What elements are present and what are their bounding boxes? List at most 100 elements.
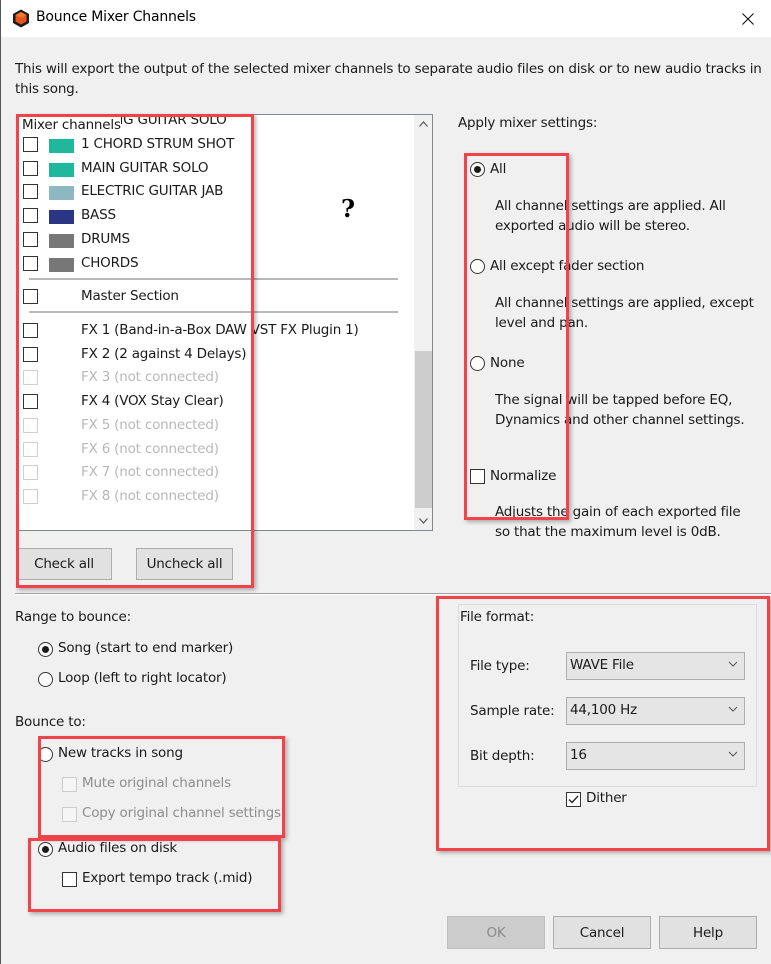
fx-row[interactable]: FX 1 (Band-in-a-Box DAW VST FX Plugin 1) (22, 320, 412, 342)
chevron-down-icon (418, 518, 428, 524)
file-type-select[interactable]: WAVE File (566, 652, 745, 680)
fx-checkbox (23, 370, 38, 386)
channel-checkbox[interactable] (23, 161, 38, 176)
normalize-label: Normalize (490, 468, 557, 484)
fx-checkbox (23, 441, 38, 457)
master-section-row[interactable]: Master Section (22, 286, 412, 308)
fx-label: FX 6 (not connected) (81, 440, 219, 457)
scroll-down-button[interactable] (414, 512, 432, 530)
radio-new-tracks[interactable] (38, 747, 53, 762)
channel-row[interactable]: DRUMS (22, 229, 412, 251)
close-icon (742, 12, 754, 25)
file-type-value: WAVE File (570, 657, 634, 673)
sample-rate-value: 44,100 Hz (570, 702, 637, 718)
channel-label: MAIN GUITAR SOLO (81, 160, 209, 176)
copy-settings-label: Copy original channel settings (82, 805, 281, 821)
radio-song[interactable] (38, 642, 53, 657)
fx-checkbox (23, 465, 38, 481)
master-checkbox[interactable] (23, 289, 38, 304)
close-button[interactable] (725, 0, 771, 37)
channel-color-swatch (49, 234, 74, 248)
section-divider-highlight (15, 594, 771, 595)
mixer-channels-caption: Mixer channels (22, 117, 121, 133)
window-title: Bounce Mixer Channels (36, 9, 196, 25)
dither-label: Dither (586, 790, 627, 806)
dialog-client-area: This will export the output of the selec… (0, 37, 771, 964)
fx-row: FX 5 (not connected) (22, 415, 412, 437)
channel-checkbox[interactable] (23, 232, 38, 247)
question-mark-annotation: ? (341, 194, 355, 223)
fx-label: FX 4 (VOX Stay Clear) (81, 393, 224, 410)
help-button[interactable]: Help (659, 916, 757, 949)
channel-row[interactable]: 1 CHORD STRUM SHOT (22, 134, 412, 156)
chevron-down-icon (728, 661, 738, 667)
chevron-down-icon (728, 751, 738, 757)
fx-checkbox[interactable] (23, 394, 38, 410)
scroll-thumb[interactable] (415, 351, 432, 508)
range-loop-label: Loop (left to right locator) (58, 670, 227, 686)
fx-label: FX 1 (Band-in-a-Box DAW VST FX Plugin 1) (81, 322, 359, 338)
fx-checkbox[interactable] (23, 323, 38, 338)
list-scrollbar[interactable] (414, 115, 432, 530)
channel-checkbox[interactable] (23, 184, 38, 199)
channel-checkbox[interactable] (23, 256, 38, 271)
channel-row[interactable]: CHORDS (22, 253, 412, 275)
fx-label: FX 5 (not connected) (81, 416, 219, 433)
channel-label: DRUMS (81, 231, 130, 247)
sample-rate-label: Sample rate: (470, 703, 555, 719)
bounce-to-heading: Bounce to: (15, 714, 86, 730)
fx-label: FX 3 (not connected) (81, 369, 219, 386)
radio-loop[interactable] (38, 672, 53, 687)
bit-depth-value: 16 (570, 747, 587, 763)
channel-color-swatch (49, 258, 74, 272)
checkmark-icon (568, 795, 579, 804)
dither-checkbox[interactable] (566, 792, 581, 807)
radio-all[interactable] (470, 162, 485, 177)
fx-row[interactable]: FX 4 (VOX Stay Clear) (22, 391, 412, 413)
mute-original-label: Mute original channels (82, 775, 231, 791)
check-all-button[interactable]: Check all (16, 548, 112, 580)
fx-row[interactable]: FX 2 (2 against 4 Delays) (22, 344, 412, 366)
normalize-checkbox[interactable] (470, 469, 485, 484)
radio-none[interactable] (470, 356, 485, 371)
fx-row: FX 7 (not connected) (22, 462, 412, 484)
intro-text: This will export the output of the selec… (15, 61, 762, 97)
radio-audio-files[interactable] (38, 842, 53, 857)
fx-label: FX 8 (not connected) (81, 487, 219, 504)
ok-button[interactable]: OK (447, 916, 545, 949)
list-separator (29, 311, 398, 313)
channel-label: BASS (81, 207, 116, 223)
cancel-button[interactable]: Cancel (553, 916, 651, 949)
chevron-up-icon (418, 121, 428, 127)
normalize-description: Adjusts the gain of each exported file s… (495, 504, 741, 540)
scroll-up-button[interactable] (414, 115, 432, 133)
channel-color-swatch (49, 163, 74, 177)
fx-checkbox[interactable] (23, 346, 38, 362)
radio-all-except-fader[interactable] (470, 259, 485, 274)
fx-row: FX 3 (not connected) (22, 367, 412, 389)
export-tempo-label: Export tempo track (.mid) (82, 870, 253, 886)
sample-rate-select[interactable]: 44,100 Hz (566, 697, 745, 725)
channel-checkbox[interactable] (23, 208, 38, 223)
option-all-label: All (490, 161, 507, 177)
channel-color-swatch (49, 186, 74, 200)
option-all-description: All channel settings are applied. All ex… (495, 198, 726, 234)
app-cube-icon (13, 9, 29, 28)
option-all-except-fader-description: All channel settings are applied, except… (495, 295, 754, 331)
export-tempo-checkbox[interactable] (62, 872, 77, 887)
file-type-label: File type: (470, 658, 530, 674)
bit-depth-select[interactable]: 16 (566, 742, 745, 770)
uncheck-all-button[interactable]: Uncheck all (136, 548, 233, 580)
fx-checkbox (23, 488, 38, 504)
copy-settings-checkbox[interactable] (62, 807, 77, 822)
channel-row[interactable]: MAIN GUITAR SOLO (22, 158, 412, 180)
fx-label: FX 2 (2 against 4 Delays) (81, 345, 247, 362)
option-all-except-fader-label: All except fader section (490, 258, 645, 274)
channel-checkbox[interactable] (23, 137, 38, 152)
fx-checkbox (23, 417, 38, 433)
mixer-channels-list[interactable]: ENDING GUITAR SOLO 1 CHORD STRUM SHOT MAIN… (16, 114, 433, 531)
channel-label: CHORDS (81, 255, 139, 271)
range-song-label: Song (start to end marker) (58, 640, 234, 656)
fx-row: FX 6 (not connected) (22, 439, 412, 461)
mute-original-checkbox[interactable] (62, 777, 77, 792)
